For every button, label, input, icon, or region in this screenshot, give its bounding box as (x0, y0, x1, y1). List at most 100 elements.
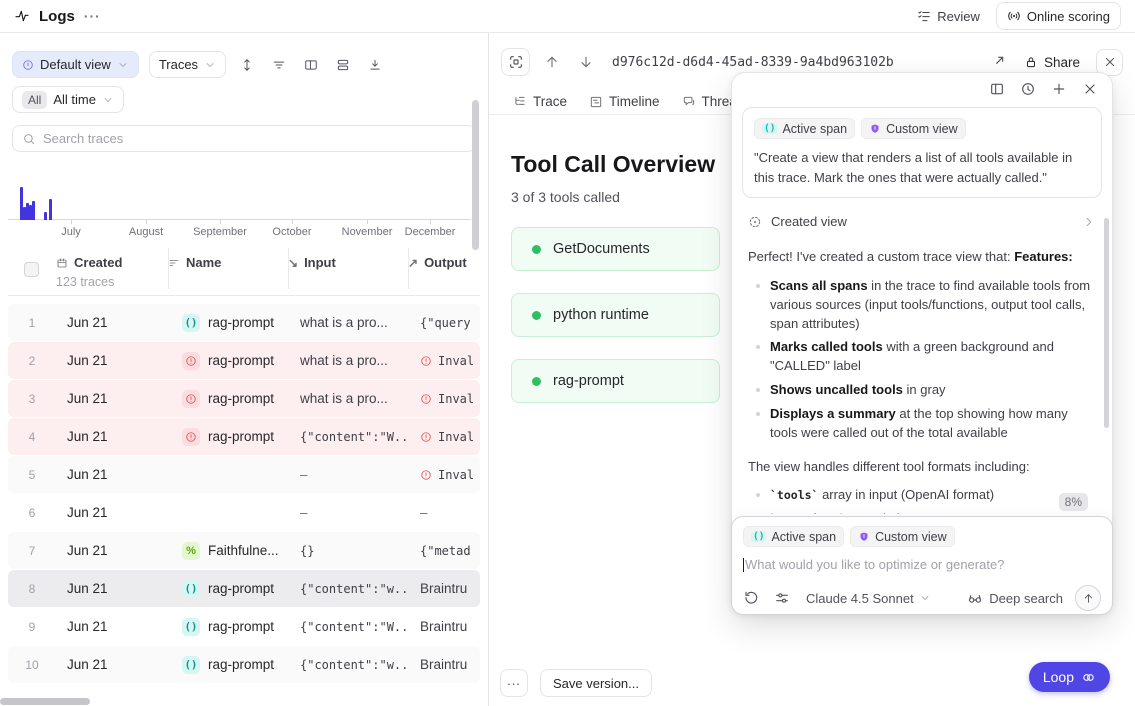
table-row[interactable]: 4Jun 21rag-prompt{"content":"W...Inval (8, 418, 480, 455)
cell-name: rag-prompt (168, 390, 288, 408)
cell-created: Jun 21 (56, 619, 168, 634)
columns-icon[interactable] (300, 54, 322, 76)
vertical-scrollbar[interactable] (472, 100, 479, 250)
chat-scrollbar[interactable] (1104, 218, 1109, 428)
chat-composer[interactable]: ()Active spanCustom view What would you … (731, 516, 1113, 615)
badge-label: Custom view (886, 122, 958, 136)
axis-tick (220, 220, 221, 224)
cell-name: rag-prompt (168, 428, 288, 446)
save-version-button[interactable]: Save version... (540, 669, 652, 697)
column-header-created[interactable]: Created 123 traces (56, 246, 168, 295)
chevron-down-icon (919, 592, 931, 604)
span-name: rag-prompt (208, 315, 274, 330)
tab-timeline[interactable]: Timeline (589, 94, 660, 109)
deep-search-toggle[interactable]: Deep search (967, 590, 1063, 606)
share-button[interactable]: Share (1024, 55, 1080, 70)
history-icon[interactable] (1020, 81, 1036, 97)
calendar-icon (56, 257, 68, 269)
tab-trace[interactable]: Trace (513, 94, 567, 109)
table-row[interactable]: 3Jun 21rag-promptwhat is a pro...Inval (8, 380, 480, 417)
context-badge-fn: ()Active span (754, 118, 855, 139)
cell-output: Inval (408, 468, 480, 482)
time-filter-dropdown[interactable]: All All time (12, 86, 124, 113)
search-input[interactable]: Search traces (12, 125, 476, 152)
table-row[interactable]: 1Jun 21()rag-promptwhat is a pro...{"que… (8, 304, 480, 341)
column-header-name[interactable]: Name (168, 246, 288, 295)
axis-month-label: October (272, 226, 311, 238)
feature-bold: Marks called tools (770, 339, 883, 354)
more-menu-button[interactable]: ··· (84, 8, 101, 24)
checklist-icon (917, 9, 931, 23)
output-text: Braintru (420, 657, 467, 672)
close-icon[interactable] (1082, 81, 1098, 97)
input-text: {} (300, 544, 314, 558)
span-name: rag-prompt (208, 657, 274, 672)
context-usage-badge: 8% (1059, 493, 1088, 511)
previous-trace-button[interactable] (540, 54, 564, 70)
created-view-icon (748, 215, 762, 229)
settings-sliders-icon[interactable] (774, 590, 790, 606)
table-row[interactable]: 2Jun 21rag-promptwhat is a pro...Inval (8, 342, 480, 379)
mode-filter-dropdown[interactable]: Traces (149, 51, 226, 78)
table-row[interactable]: 7Jun 21%Faithfulne...{}{"metad (8, 532, 480, 569)
created-view-row[interactable]: Created view (748, 214, 1096, 229)
column-header-output[interactable]: ↗ Output (408, 246, 480, 295)
table-row[interactable]: 8Jun 21()rag-prompt{"content":"w...Brain… (8, 570, 480, 607)
table-header: Created 123 traces Name ↘ Input ↗ Output (8, 246, 480, 296)
span-name: rag-prompt (208, 391, 274, 406)
open-external-icon[interactable] (990, 54, 1006, 70)
send-button[interactable] (1075, 585, 1101, 611)
traces-histogram[interactable]: JulyAugustSeptemberOctoberNovemberDecemb… (0, 162, 488, 238)
view-filter-dropdown[interactable]: Default view (12, 51, 139, 78)
more-options-button[interactable]: ... (500, 669, 528, 697)
table-row[interactable]: 9Jun 21()rag-prompt{"content":"W...Brain… (8, 608, 480, 645)
focus-span-button[interactable] (501, 48, 530, 76)
input-text: {"content":"W... (300, 620, 408, 634)
download-icon[interactable] (364, 54, 386, 76)
table-row[interactable]: 6Jun 21–– (8, 494, 480, 531)
row-number: 8 (8, 582, 56, 596)
output-text: Braintru (420, 619, 467, 634)
loop-button[interactable]: Loop (1029, 662, 1110, 692)
feature-bold: Shows uncalled tools (770, 382, 903, 397)
output-text: – (420, 505, 428, 520)
axis-tick (146, 220, 147, 224)
horizontal-scrollbar[interactable] (0, 698, 90, 705)
row-height-icon[interactable] (236, 54, 258, 76)
assistant-message: Perfect! I've created a custom trace vie… (742, 248, 1102, 267)
filter-icon[interactable] (268, 54, 290, 76)
chat-history: ()Active spanCustom view "Create a view … (732, 107, 1112, 514)
input-text: what is a pro... (300, 391, 388, 406)
model-selector[interactable]: Claude 4.5 Sonnet (806, 591, 931, 606)
row-number: 10 (8, 658, 56, 672)
page-title: Logs (39, 8, 75, 25)
table-row[interactable]: 5Jun 21–Inval (8, 456, 480, 493)
select-all-checkbox[interactable] (24, 262, 39, 277)
new-chat-icon[interactable] (1051, 81, 1067, 97)
cell-created: Jun 21 (56, 543, 168, 558)
cell-input: what is a pro... (288, 353, 408, 368)
column-header-input[interactable]: ↘ Input (288, 246, 408, 295)
badge-label: Active span (771, 530, 836, 544)
tool-card: rag-prompt (511, 359, 720, 403)
next-trace-button[interactable] (574, 54, 598, 70)
output-text: Inval (438, 354, 474, 368)
panel-layout-icon[interactable] (989, 81, 1005, 97)
histogram-bar (44, 212, 47, 220)
review-button[interactable]: Review (917, 9, 980, 24)
tool-name: python runtime (553, 307, 649, 323)
rows-layout-icon[interactable] (332, 54, 354, 76)
trace-id: d976c12d-d6d4-45ad-8339-9a4bd963102b (612, 55, 894, 70)
table-row[interactable]: 10Jun 21()rag-prompt{"content":"w...Brai… (8, 646, 480, 683)
share-label: Share (1044, 55, 1080, 70)
lock-icon (1024, 55, 1038, 69)
cell-input: {"content":"W... (288, 620, 408, 634)
input-text: what is a pro... (300, 315, 388, 330)
called-dot (532, 377, 541, 386)
badge-label: Active span (782, 122, 847, 136)
axis-tick (430, 220, 431, 224)
score-icon: % (182, 542, 200, 560)
restore-icon[interactable] (743, 590, 759, 606)
online-scoring-button[interactable]: Online scoring (996, 2, 1121, 30)
cell-input: – (288, 505, 408, 520)
